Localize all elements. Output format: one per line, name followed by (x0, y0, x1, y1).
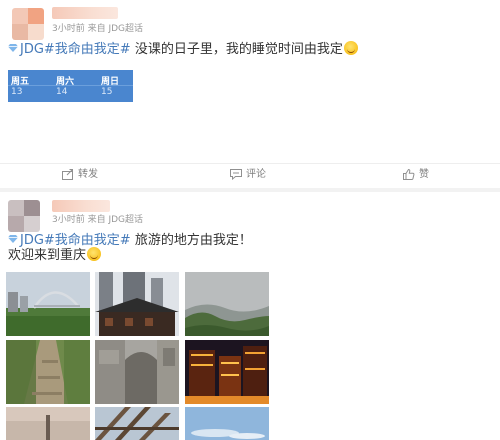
like-button[interactable]: 赞 (403, 168, 443, 182)
post-card: 3小时前 来自 JDG超话 JDG#我命由我定# 旅游的地方由我定！ 欢迎来到重… (0, 192, 500, 440)
topic-link[interactable]: JDG#我命由我定# (20, 42, 131, 57)
like-label: 赞 (419, 169, 429, 180)
grinning-emoji-icon (87, 247, 102, 261)
calendar-day: 周五 13 (8, 70, 48, 102)
post-meta: 3小时前 来自 JDG超话 (52, 24, 144, 34)
wooden-structure-photo[interactable] (95, 407, 179, 440)
repost-icon (62, 169, 73, 180)
thumbs-up-icon (403, 169, 415, 180)
avatar[interactable] (12, 8, 44, 40)
topic-link[interactable]: JDG#我命由我定# (20, 233, 131, 248)
action-bar: 转发 评论 赞 (0, 163, 500, 185)
repost-button[interactable]: 转发 (62, 168, 112, 182)
day-label: 周日 (101, 77, 120, 87)
post-body: 欢迎来到重庆 (8, 248, 87, 263)
day-label: 周六 (56, 77, 75, 87)
post-card: 3小时前 来自 JDG超话 JDG#我命由我定# 没课的日子里，我的睡觉时间由我… (0, 0, 500, 188)
clear-sky-photo[interactable] (185, 407, 269, 440)
grinning-emoji-icon (343, 41, 358, 55)
comment-icon (230, 169, 242, 180)
day-label: 周五 (11, 77, 30, 87)
post-text: JDG#我命由我定# 没课的日子里，我的睡觉时间由我定 (8, 40, 358, 59)
diamond-icon (8, 231, 18, 243)
calendar-day: 周日 15 (98, 70, 138, 102)
bridge-skyline-photo[interactable] (6, 272, 90, 336)
misty-mountain-photo[interactable] (185, 272, 269, 336)
calendar-image[interactable]: 周五 13 周六 14 周日 15 (8, 70, 133, 102)
post-text-line2: 欢迎来到重庆 (8, 247, 102, 265)
date-label: 15 (101, 87, 113, 97)
post-body: 没课的日子里，我的睡觉时间由我定 (130, 42, 343, 57)
pillar-sky-photo[interactable] (6, 407, 90, 440)
calendar-day: 周六 14 (53, 70, 93, 102)
post-meta: 3小时前 来自 JDG超话 (52, 215, 144, 225)
comment-label: 评论 (246, 169, 266, 180)
username[interactable] (52, 200, 110, 212)
repost-label: 转发 (78, 169, 98, 180)
mountain-path-photo[interactable] (6, 340, 90, 404)
post-body: 旅游的地方由我定！ (130, 233, 252, 248)
date-label: 13 (11, 87, 23, 97)
username[interactable] (52, 7, 118, 19)
night-lights-photo[interactable] (185, 340, 269, 404)
avatar[interactable] (8, 200, 40, 232)
diamond-icon (8, 40, 18, 52)
stone-gate-photo[interactable] (95, 340, 179, 404)
pagoda-building-photo[interactable] (95, 272, 179, 336)
date-label: 14 (56, 87, 68, 97)
comment-button[interactable]: 评论 (230, 168, 280, 182)
